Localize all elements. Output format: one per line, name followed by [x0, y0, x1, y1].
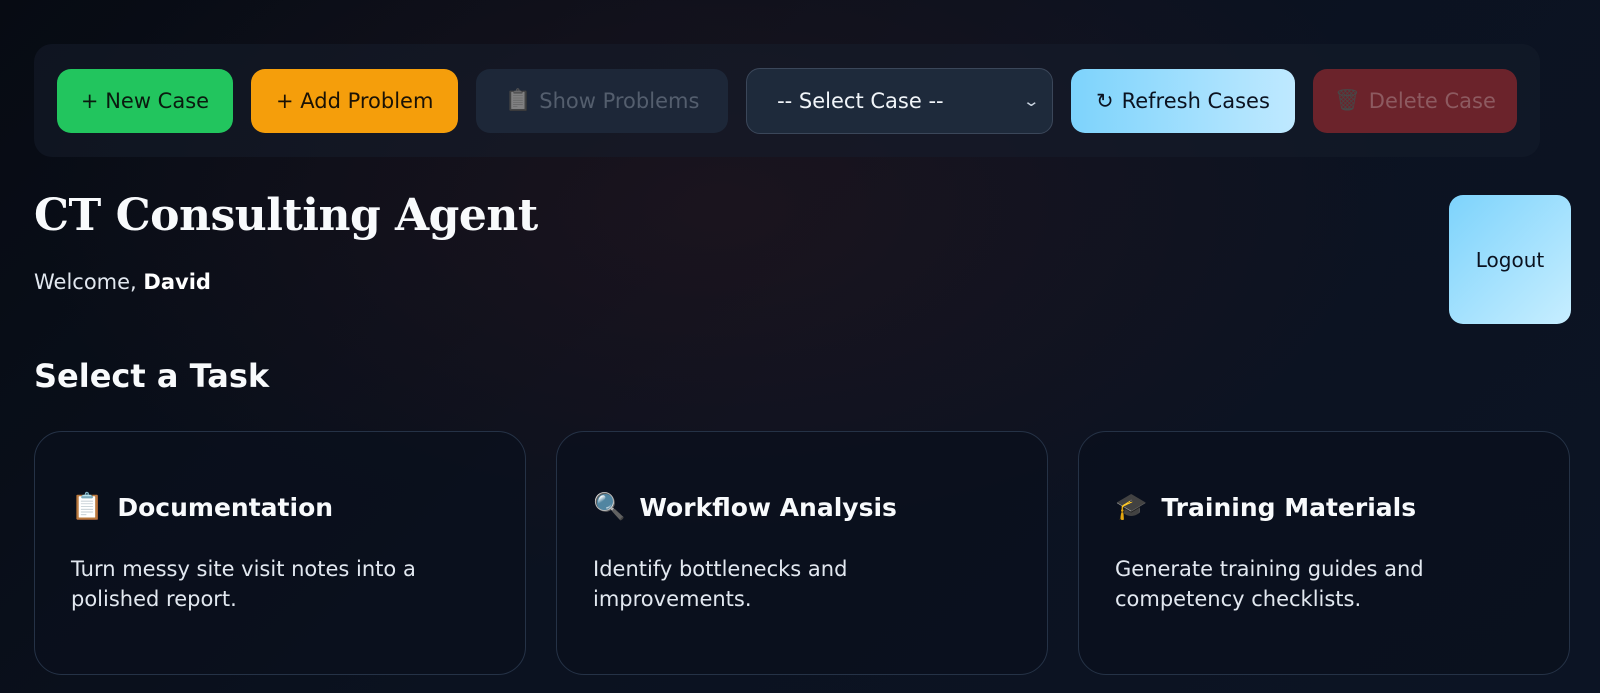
welcome-prefix: Welcome,: [34, 270, 144, 294]
task-card-description: Generate training guides and competency …: [1115, 557, 1424, 611]
user-name: David: [143, 270, 211, 294]
select-task-heading: Select a Task: [34, 357, 270, 395]
new-case-button[interactable]: + New Case: [57, 68, 233, 133]
show-problems-label: Show Problems: [539, 88, 700, 113]
task-card-title: Documentation: [117, 492, 334, 522]
show-problems-button[interactable]: 📋 Show Problems: [476, 68, 729, 133]
delete-case-label: Delete Case: [1368, 88, 1496, 113]
delete-case-button[interactable]: 🗑 Delete Case: [1313, 68, 1517, 133]
trash-icon: 🗑: [1334, 88, 1361, 112]
task-card-title: Training Materials: [1161, 492, 1417, 522]
task-card-description: Identify bottlenecks and improvements.: [593, 557, 848, 611]
task-card-training-materials[interactable]: 🎓 Training Materials Generate training g…: [1078, 431, 1570, 675]
clipboard-icon: 📋: [71, 492, 104, 522]
chevron-down-icon: ⌄: [1022, 91, 1041, 110]
refresh-cases-label: Refresh Cases: [1121, 88, 1270, 113]
add-problem-button[interactable]: + Add Problem: [251, 68, 459, 133]
refresh-cases-button[interactable]: ↻ Refresh Cases: [1070, 68, 1295, 133]
logout-button[interactable]: Logout: [1449, 195, 1571, 324]
select-case-value: -- Select Case --: [777, 88, 944, 113]
case-toolbar: + New Case + Add Problem 📋 Show Problems…: [34, 44, 1540, 157]
task-card-description: Turn messy site visit notes into a polis…: [71, 557, 416, 611]
welcome-message: Welcome, David: [34, 270, 211, 294]
task-card-documentation[interactable]: 📋 Documentation Turn messy site visit no…: [34, 431, 526, 675]
magnifier-icon: 🔍: [593, 492, 626, 522]
clipboard-icon: 📋: [505, 88, 532, 112]
graduation-cap-icon: 🎓: [1115, 492, 1148, 522]
select-case-dropdown[interactable]: -- Select Case -- ⌄: [746, 67, 1053, 134]
page-title: CT Consulting Agent: [34, 190, 538, 241]
task-cards: 📋 Documentation Turn messy site visit no…: [34, 431, 1570, 675]
task-card-title: Workflow Analysis: [639, 492, 897, 522]
refresh-icon: ↻: [1095, 88, 1114, 113]
task-card-workflow-analysis[interactable]: 🔍 Workflow Analysis Identify bottlenecks…: [556, 431, 1048, 675]
